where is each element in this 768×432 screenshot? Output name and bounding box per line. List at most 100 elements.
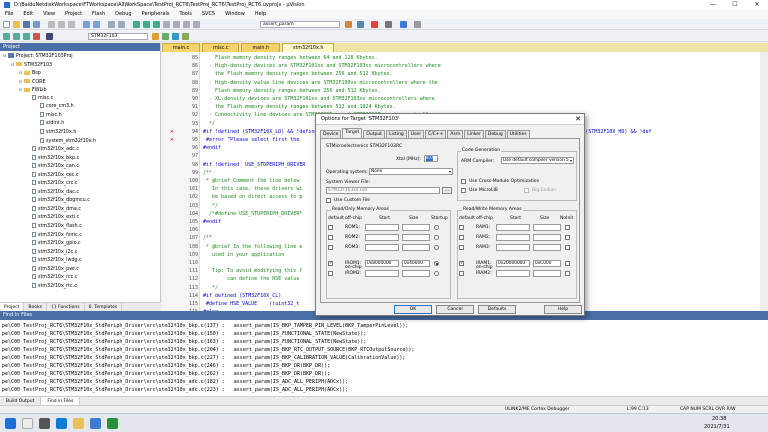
- big-endian-checkbox[interactable]: [524, 188, 529, 193]
- defaults-button[interactable]: Defaults: [478, 305, 516, 314]
- rom-start-input[interactable]: 0x8000000: [365, 260, 399, 267]
- navigate-forward-icon[interactable]: [118, 21, 125, 28]
- startup-radio[interactable]: [434, 245, 439, 250]
- file-explorer-icon[interactable]: [73, 418, 84, 429]
- rom-size-input[interactable]: [402, 224, 430, 231]
- ram-start-input[interactable]: [496, 244, 530, 251]
- window-layout-icon[interactable]: [414, 21, 421, 28]
- find-result-line[interactable]: pe\C00 TestProj_RCT6\STM32F10x_StdPeriph…: [2, 370, 330, 378]
- editor-vertical-scrollbar[interactable]: [760, 52, 768, 311]
- ram-default-checkbox[interactable]: [459, 245, 464, 250]
- ram-start-input[interactable]: [496, 270, 530, 277]
- tree-item[interactable]: stm32f10x_bkp.c: [27, 154, 79, 163]
- prev-bookmark-icon[interactable]: [143, 21, 150, 28]
- rom-default-checkbox[interactable]: ✓: [328, 261, 333, 266]
- next-bookmark-icon[interactable]: [153, 21, 160, 28]
- tree-item[interactable]: stdint.h: [35, 120, 64, 128]
- tree-item[interactable]: stm32f10x_fsmc.c: [27, 231, 82, 240]
- uvision-taskbar-icon[interactable]: [90, 418, 101, 429]
- open-folder-icon[interactable]: [13, 21, 20, 28]
- tree-item[interactable]: misc.h: [35, 111, 62, 120]
- dialog-close-icon[interactable]: ✕: [575, 114, 581, 125]
- tree-item[interactable]: ⊟ FWLib: [19, 86, 47, 94]
- tree-item[interactable]: stm32f10x_iwdg.c: [27, 257, 82, 265]
- new-file-icon[interactable]: [3, 21, 10, 28]
- cancel-button[interactable]: Cancel: [436, 305, 474, 314]
- rom-default-checkbox[interactable]: [328, 245, 333, 250]
- startup-radio[interactable]: [434, 235, 439, 240]
- ram-start-input[interactable]: 0x20000000: [496, 260, 530, 267]
- comment-icon[interactable]: [183, 21, 190, 28]
- xtal-input[interactable]: 8.0: [424, 155, 438, 162]
- tree-item[interactable]: stm32f10x_dma.c: [27, 205, 81, 214]
- file-tab[interactable]: main.h: [241, 43, 281, 52]
- find-result-line[interactable]: pe\C00 TestProj_RCT6\STM32F10x_StdPeriph…: [2, 322, 408, 330]
- tree-item[interactable]: stm32f10x_exti.c: [27, 214, 79, 222]
- translate-icon[interactable]: [3, 33, 10, 40]
- uncomment-icon[interactable]: [193, 21, 200, 28]
- use-custom-file-checkbox[interactable]: [326, 198, 331, 203]
- find-result-line[interactable]: pe\C00 TestProj_RCT6\STM32F10x_StdPeriph…: [2, 354, 405, 362]
- settings-icon[interactable]: [385, 21, 392, 28]
- file-tab[interactable]: stm32f10x.h: [282, 43, 335, 52]
- tree-item[interactable]: ⊟ Project: STM32F103Proj: [3, 52, 73, 60]
- rom-start-input[interactable]: [365, 224, 399, 231]
- save-all-icon[interactable]: [33, 21, 40, 28]
- rom-default-checkbox[interactable]: [328, 235, 333, 240]
- navigate-back-icon[interactable]: [108, 21, 115, 28]
- rom-start-input[interactable]: [365, 244, 399, 251]
- indent-icon[interactable]: [163, 21, 170, 28]
- tree-item[interactable]: ⊟ CORE: [19, 78, 46, 86]
- noinit-checkbox[interactable]: [565, 235, 570, 240]
- rom-default-checkbox[interactable]: [328, 271, 333, 276]
- arm-compiler-select[interactable]: Use default compiler version 5: [501, 157, 574, 164]
- app-taskbar-icon[interactable]: [107, 418, 118, 429]
- ram-size-input[interactable]: [533, 224, 561, 231]
- find-result-line[interactable]: pe\C00 TestProj_RCT6\STM32F10x_StdPeriph…: [2, 346, 414, 354]
- ram-size-input[interactable]: [533, 234, 561, 241]
- dialog-tab-target[interactable]: Target: [342, 128, 363, 138]
- rebuild-icon[interactable]: [23, 33, 30, 40]
- noinit-checkbox[interactable]: [565, 261, 570, 266]
- cut-icon[interactable]: [48, 21, 55, 28]
- menu-help[interactable]: Help: [250, 10, 271, 19]
- undo-icon[interactable]: [83, 21, 90, 28]
- unindent-icon[interactable]: [173, 21, 180, 28]
- paste-icon[interactable]: [68, 21, 75, 28]
- project-pane-tab[interactable]: Books: [24, 303, 47, 311]
- ram-start-input[interactable]: [496, 224, 530, 231]
- tree-item[interactable]: stm32f10x_flash.c: [27, 223, 82, 231]
- menu-view[interactable]: View: [38, 10, 60, 19]
- bookmark-icon[interactable]: [133, 21, 140, 28]
- tree-item[interactable]: ⊟ STM32F103: [11, 61, 52, 69]
- download-icon[interactable]: [46, 33, 53, 40]
- noinit-checkbox[interactable]: [565, 271, 570, 276]
- project-pane-tab[interactable]: {} Functions: [47, 303, 85, 311]
- tree-item[interactable]: ⊟ Bsp: [19, 69, 41, 77]
- configure-icon[interactable]: [400, 21, 407, 28]
- menu-window[interactable]: Window: [220, 10, 250, 19]
- rom-start-input[interactable]: [365, 270, 399, 277]
- ram-default-checkbox[interactable]: [459, 235, 464, 240]
- browse-svd-button[interactable]: …: [442, 187, 452, 194]
- task-view-icon[interactable]: [39, 418, 50, 429]
- project-pane-tab[interactable]: 0. Templates: [85, 303, 123, 311]
- find-combo[interactable]: assert_param: [260, 21, 340, 28]
- cross-module-checkbox[interactable]: [461, 179, 466, 184]
- save-icon[interactable]: [23, 21, 30, 28]
- menu-project[interactable]: Project: [60, 10, 87, 19]
- tree-item[interactable]: core_cm3.h: [35, 103, 74, 111]
- tree-item[interactable]: stm32f10x_dbgmcu.c: [27, 197, 90, 205]
- rom-start-input[interactable]: [365, 234, 399, 241]
- target-options-icon[interactable]: [152, 33, 159, 40]
- edge-browser-icon[interactable]: [56, 418, 67, 429]
- file-tab[interactable]: misc.c: [202, 43, 240, 52]
- ram-size-input[interactable]: 0xC000: [533, 260, 561, 267]
- startup-radio[interactable]: [434, 225, 439, 230]
- maximize-button[interactable]: ☐: [724, 0, 746, 10]
- stop-build-icon[interactable]: [33, 33, 40, 40]
- rom-size-input[interactable]: 0x40000: [402, 260, 430, 267]
- ram-default-checkbox[interactable]: [459, 271, 464, 276]
- find-in-files-pane[interactable]: pe\C00 TestProj_RCT6\STM32F10x_StdPeriph…: [0, 320, 768, 396]
- tree-item[interactable]: stm32f10x_adc.c: [27, 146, 79, 154]
